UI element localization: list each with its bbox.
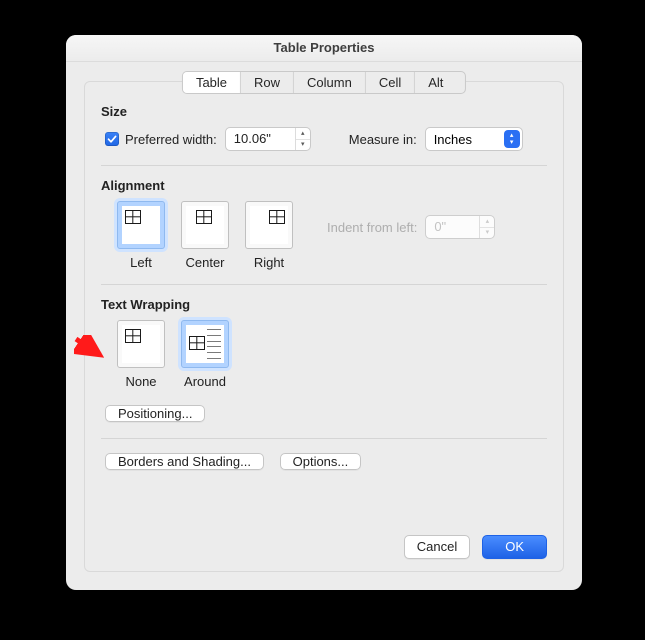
tab-row[interactable]: Row — [241, 72, 294, 93]
table-properties-dialog: Table Properties Table Row Column Cell A… — [66, 35, 582, 590]
text-wrapping-heading: Text Wrapping — [101, 297, 547, 312]
tab-bar: Table Row Column Cell Alt Text — [182, 71, 466, 94]
alignment-center-label: Center — [185, 255, 224, 270]
wrap-around[interactable] — [181, 320, 229, 368]
preferred-width-label: Preferred width: — [125, 132, 217, 147]
alignment-heading: Alignment — [101, 178, 547, 193]
preferred-width-stepper[interactable]: ▴▾ — [295, 128, 310, 150]
indent-from-left-value: 0" — [426, 216, 479, 238]
alignment-right-label: Right — [254, 255, 284, 270]
tab-alt-text[interactable]: Alt Text — [415, 72, 465, 93]
alignment-left-label: Left — [130, 255, 152, 270]
cancel-button[interactable]: Cancel — [404, 535, 470, 559]
options-button[interactable]: Options... — [280, 453, 362, 470]
indent-stepper: ▴▾ — [479, 216, 494, 238]
tab-cell[interactable]: Cell — [366, 72, 415, 93]
tab-column[interactable]: Column — [294, 72, 366, 93]
preferred-width-value: 10.06" — [226, 128, 295, 150]
dialog-body: Table Row Column Cell Alt Text Size Pref… — [84, 81, 564, 572]
chevron-updown-icon: ▴▾ — [504, 130, 520, 148]
wrap-none[interactable] — [117, 320, 165, 368]
alignment-center[interactable] — [181, 201, 229, 249]
alignment-right[interactable] — [245, 201, 293, 249]
alignment-left[interactable] — [117, 201, 165, 249]
wrap-around-label: Around — [184, 374, 226, 389]
tab-table[interactable]: Table — [183, 72, 241, 93]
measure-in-value: Inches — [434, 132, 472, 147]
measure-in-label: Measure in: — [349, 132, 417, 147]
indent-from-left-label: Indent from left: — [327, 220, 417, 235]
preferred-width-input[interactable]: 10.06" ▴▾ — [225, 127, 311, 151]
preferred-width-checkbox[interactable] — [105, 132, 119, 146]
ok-button[interactable]: OK — [482, 535, 547, 559]
window-title: Table Properties — [66, 35, 582, 62]
measure-in-select[interactable]: Inches ▴▾ — [425, 127, 523, 151]
indent-from-left-input: 0" ▴▾ — [425, 215, 495, 239]
positioning-button[interactable]: Positioning... — [105, 405, 205, 422]
wrap-none-label: None — [125, 374, 156, 389]
size-heading: Size — [101, 104, 547, 119]
borders-and-shading-button[interactable]: Borders and Shading... — [105, 453, 264, 470]
